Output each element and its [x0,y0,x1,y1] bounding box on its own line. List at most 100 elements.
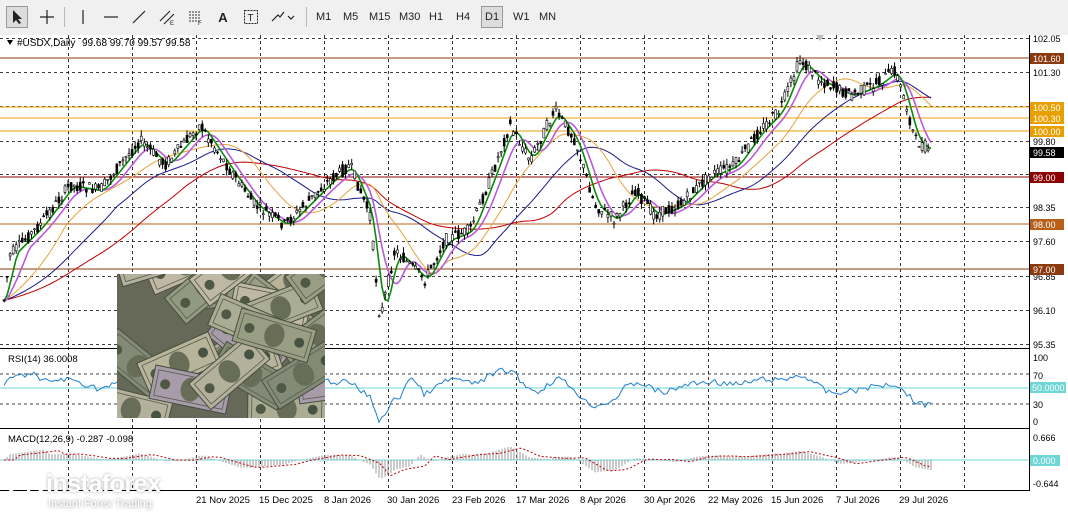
candle-body [899,84,903,88]
timeframe-M1[interactable]: M1 [313,6,334,28]
candle-body [329,178,332,185]
candle-body [795,61,799,72]
candle-body [890,68,893,74]
text-tool[interactable]: A [212,6,234,28]
candle-body [457,229,460,240]
candle-body [75,185,79,191]
candle-body [789,77,793,83]
vertical-line-tool[interactable] [72,6,94,28]
candle-body [865,82,869,85]
candle-body [881,83,884,86]
candle-body [136,142,140,149]
candle-body [322,189,326,192]
timeframe-H1[interactable]: H1 [426,6,446,28]
toolbar: E F A T M1 M5 M15 M30 H1 H4 D1 W1 MN [0,0,1068,36]
candle-body [618,213,622,218]
candle-body [731,161,735,167]
candle-body [926,148,930,151]
candle-body [69,182,73,191]
candle-body [295,209,299,214]
candle-body [481,194,485,204]
candle-body [57,196,61,204]
candle-body [268,212,271,217]
candle-body [478,202,482,205]
candle-body [17,240,21,243]
candle-body [466,224,469,234]
candle-body [682,200,686,206]
equidistant-channel-tool[interactable]: E [156,6,178,28]
candle-body [127,153,131,156]
candle-body [97,184,100,189]
dollar-banknotes-image [117,274,325,418]
candle-body [817,79,820,85]
candle-body [188,133,192,138]
candle-body [905,109,909,112]
timeframe-W1[interactable]: W1 [510,6,533,28]
price-tick: 102.05 [1033,35,1061,44]
candle-body [60,199,64,202]
photo-shade [117,274,325,418]
candle-body [560,117,564,119]
candle-body [856,92,860,95]
candle-body [917,146,921,148]
candle-body [670,206,674,214]
timeframe-M5[interactable]: M5 [340,6,361,28]
candle-body [319,187,323,192]
candle-body [551,111,555,116]
candle-body [451,234,454,241]
candle-body [484,191,488,196]
svg-text:F: F [198,21,202,25]
candle-body [362,196,366,200]
price-tick: 98.35 [1033,203,1056,213]
candle-body [167,156,170,166]
candle-body [313,192,317,198]
candle-body [649,203,652,215]
candle-body [545,120,549,130]
candle-body [405,260,408,263]
candle-body [182,139,186,143]
candle-body [216,151,219,154]
crosshair-tool[interactable] [36,6,58,28]
text-label-tool[interactable]: T [240,6,262,28]
horizontal-line-tool[interactable] [100,6,122,28]
timeframe-M30[interactable]: M30 [396,6,423,28]
candle-body [420,274,424,278]
rsi-tick: 0 [1033,417,1038,427]
timeframe-D1[interactable]: D1 [481,6,504,28]
candle-body [606,214,610,218]
candle-body [646,199,649,205]
time-tick: 29 Jul 2026 [899,495,948,506]
candle-body [173,150,177,154]
arrows-tool[interactable] [268,6,298,28]
fibonacci-tool[interactable]: F [184,6,206,28]
candle-body [911,129,915,132]
candle-body [496,156,500,159]
candle-body [624,202,628,208]
candle-body [475,208,479,211]
timeframe-H4[interactable]: H4 [453,6,473,28]
candle-body [832,81,835,89]
candle-body [576,149,579,152]
candle-body [225,163,228,171]
candle-body [679,199,683,206]
candle-body [386,274,390,287]
cursor-tool[interactable] [6,6,28,28]
candle-body [435,258,439,261]
candle-body [213,147,216,153]
candle-body [234,172,238,177]
candle-body [844,88,848,98]
candle-body [783,91,787,101]
candle-body [115,163,119,174]
trendline-tool[interactable] [128,6,150,28]
candle-body [344,164,347,174]
candle-body [908,117,912,126]
instaforex-tagline: Instant Forex Trading [48,498,152,510]
timeframe-M15[interactable]: M15 [366,6,393,28]
candle-body [566,126,570,136]
candle-body [332,173,335,182]
candle-body [231,171,235,179]
price-tick: 95.35 [1033,340,1056,350]
rsi-level-label: 50.0000 [1032,383,1065,393]
candle-body [11,246,15,255]
timeframe-MN[interactable]: MN [536,6,559,28]
